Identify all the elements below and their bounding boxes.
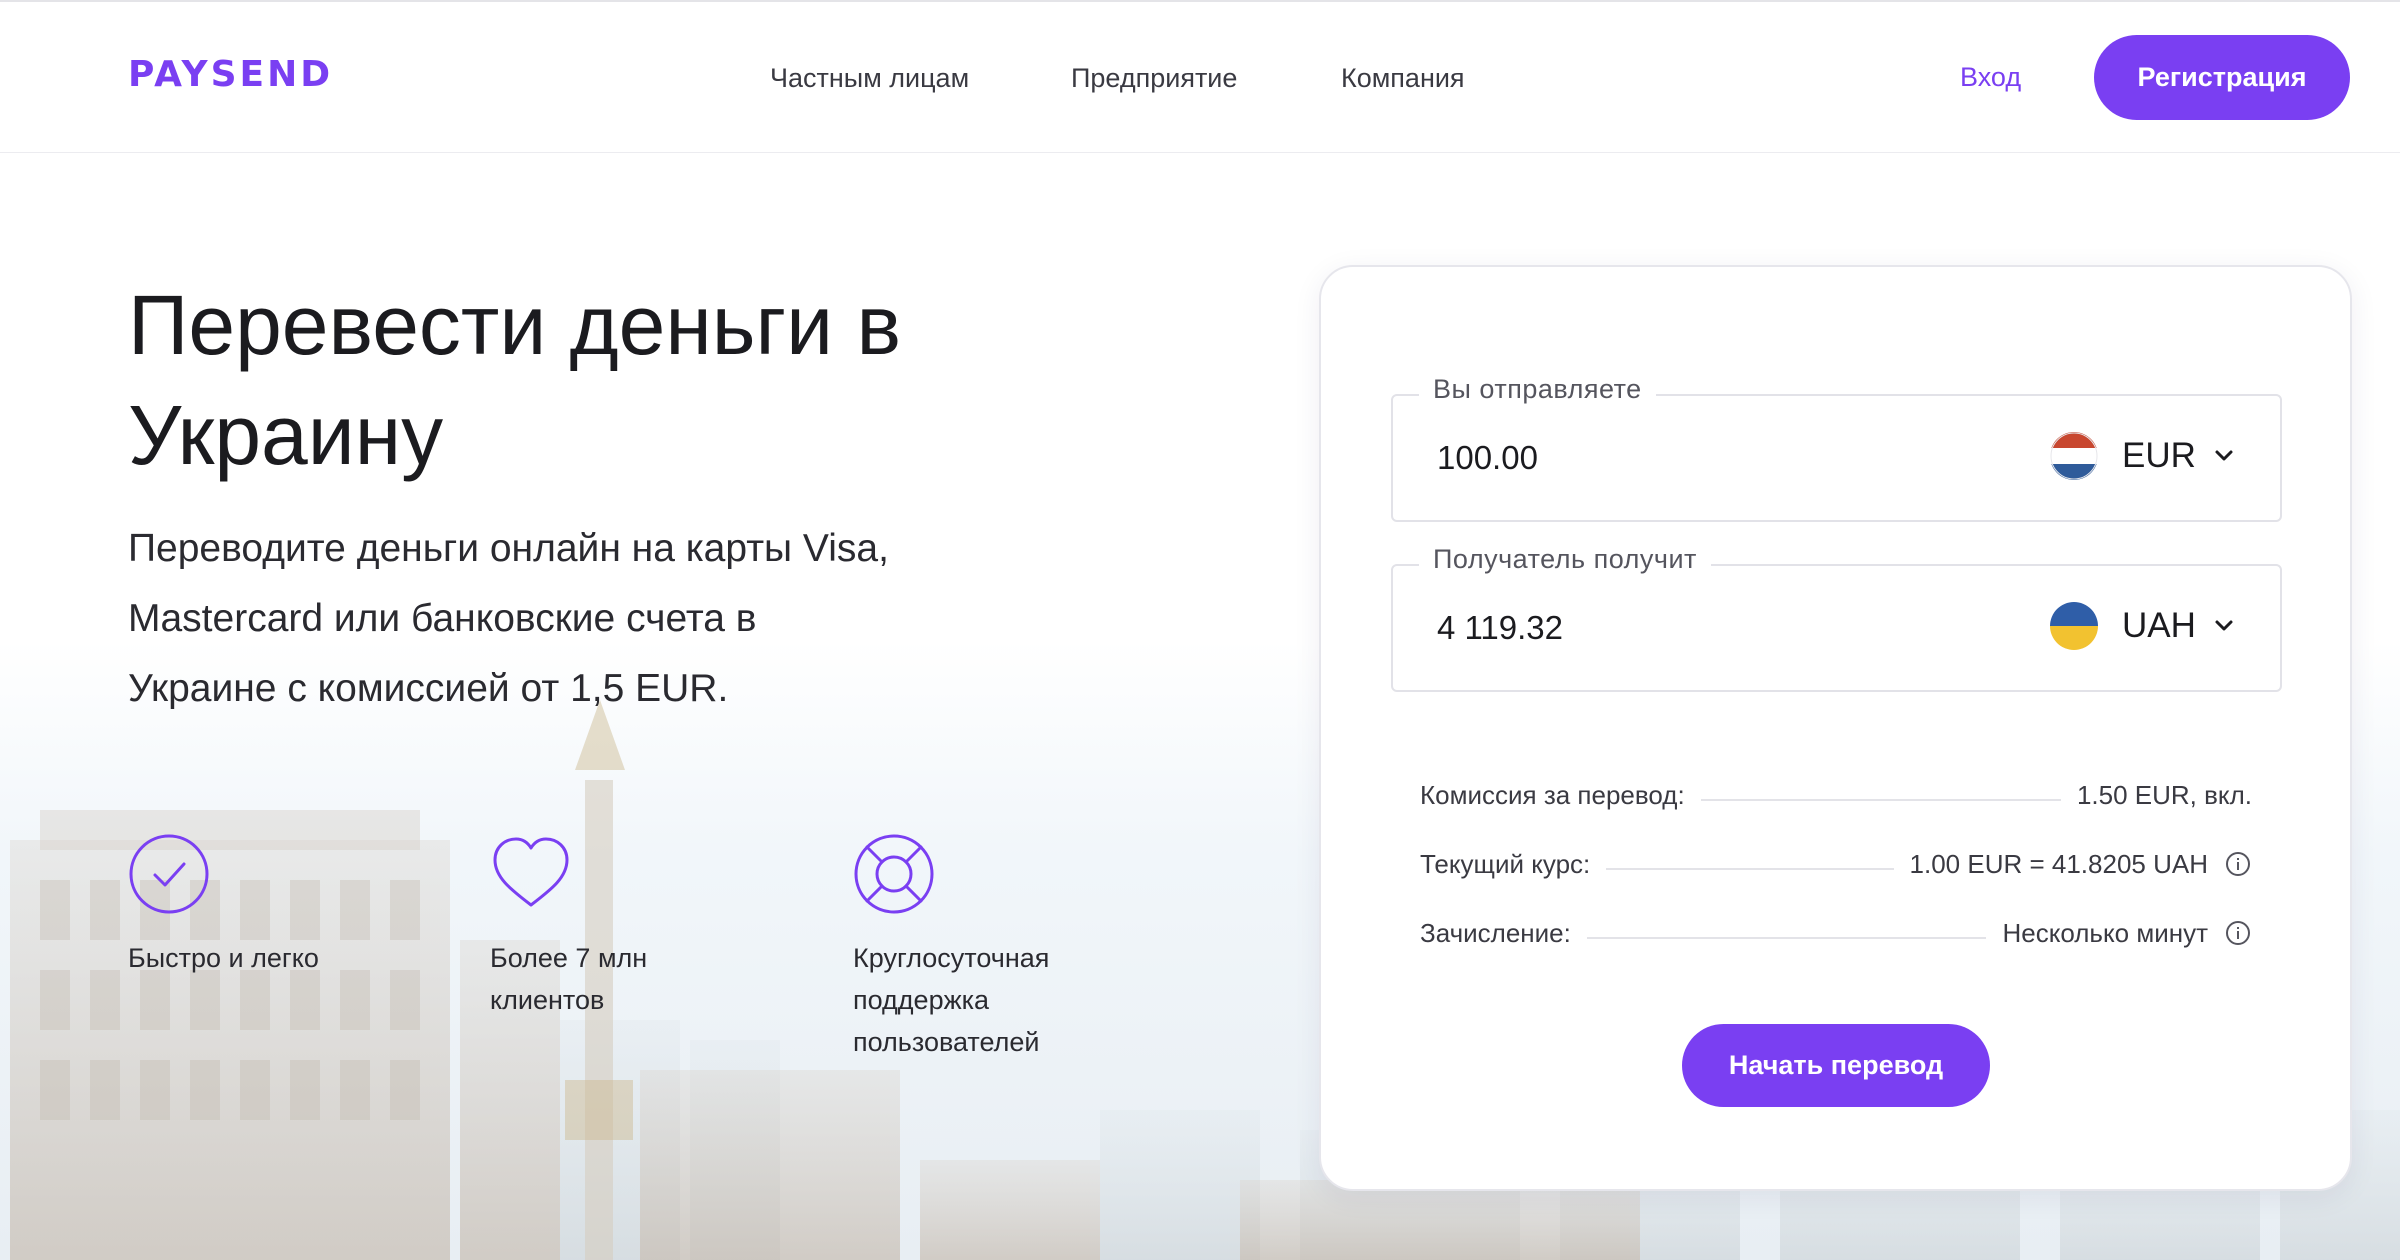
rate-row: Текущий курс: 1.00 EUR = 41.8205 UAH: [1420, 844, 2252, 884]
feature-clients: Более 7 млн клиентов: [490, 833, 750, 1021]
delivery-value: Несколько минут: [2002, 917, 2208, 948]
login-link[interactable]: Вход: [1960, 62, 2021, 93]
fee-dotted-line: [1700, 799, 2061, 801]
send-amount-field: Вы отправляете EUR: [1391, 374, 2282, 522]
fee-label: Комиссия за перевод:: [1420, 779, 1685, 810]
fee-row: Комиссия за перевод: 1.50 EUR, вкл.: [1420, 775, 2252, 815]
chevron-down-icon: [2215, 620, 2233, 631]
feature-support-label-line-2: поддержка: [853, 985, 990, 1015]
hero-subtitle-line-2: Mastercard или банковские счета в: [128, 597, 757, 640]
netherlands-flag-icon: [2050, 432, 2098, 480]
heart-icon: [493, 837, 569, 907]
receive-currency-code: UAH: [2122, 606, 2196, 645]
send-currency-select[interactable]: EUR: [2050, 432, 2238, 480]
hero-subtitle: Переводите деньги онлайн на карты Visa, …: [128, 514, 1028, 724]
site-header: PAYSEND Частным лицам Предприятие Компан…: [0, 0, 2400, 153]
feature-fast: Быстро и легко: [128, 833, 388, 979]
paysend-logo[interactable]: PAYSEND: [128, 54, 333, 95]
delivery-label: Зачисление:: [1420, 917, 1571, 948]
hero-subtitle-line-3: Украине с комиссией от 1,5 EUR.: [128, 667, 729, 710]
nav-item-company[interactable]: Компания: [1341, 63, 1465, 94]
feature-support-label: Круглосуточная поддержка пользователей: [853, 937, 1113, 1063]
info-icon[interactable]: [2224, 850, 2252, 878]
hero-title-line-1: Перевести деньги в: [128, 278, 902, 372]
receive-amount-input[interactable]: [1435, 608, 1935, 648]
receive-currency-select[interactable]: UAH: [2050, 602, 2238, 650]
hero-title-line-2: Украину: [128, 388, 444, 482]
feature-fast-label: Быстро и легко: [128, 943, 319, 973]
hero-subtitle-line-1: Переводите деньги онлайн на карты Visa,: [128, 527, 889, 570]
register-button[interactable]: Регистрация: [2094, 35, 2350, 120]
feature-support-label-line-3: пользователей: [853, 1027, 1040, 1057]
delivery-dotted-line: [1586, 937, 1987, 939]
feature-support: Круглосуточная поддержка пользователей: [853, 833, 1113, 1063]
nav-item-private[interactable]: Частным лицам: [770, 63, 969, 94]
chevron-down-icon: [2215, 450, 2233, 461]
receive-amount-field: Получатель получит UAH: [1391, 544, 2282, 692]
ukraine-flag-icon: [2050, 602, 2098, 650]
feature-clients-label: Более 7 млн клиентов: [490, 943, 648, 1015]
start-transfer-button[interactable]: Начать перевод: [1682, 1024, 1990, 1107]
feature-support-label-line-1: Круглосуточная: [853, 943, 1050, 973]
send-amount-input[interactable]: [1435, 438, 1935, 478]
fee-value: 1.50 EUR, вкл.: [2076, 779, 2252, 810]
rate-value: 1.00 EUR = 41.8205 UAH: [1909, 848, 2208, 879]
transfer-calculator-card: Вы отправляете EUR Получатель получит UA…: [1319, 265, 2352, 1191]
send-amount-legend: Вы отправляете: [1419, 374, 1656, 405]
rate-dotted-line: [1606, 868, 1894, 870]
lifebuoy-icon: [854, 834, 934, 914]
send-currency-code: EUR: [2122, 436, 2196, 475]
info-icon[interactable]: [2224, 919, 2252, 947]
hero-title: Перевести деньги в Украину: [128, 270, 1028, 490]
checkmark-circle-icon: [129, 834, 209, 914]
nav-item-business[interactable]: Предприятие: [1071, 63, 1237, 94]
rate-label: Текущий курс:: [1420, 848, 1591, 879]
delivery-row: Зачисление: Несколько минут: [1420, 913, 2252, 953]
receive-amount-legend: Получатель получит: [1419, 544, 1711, 575]
